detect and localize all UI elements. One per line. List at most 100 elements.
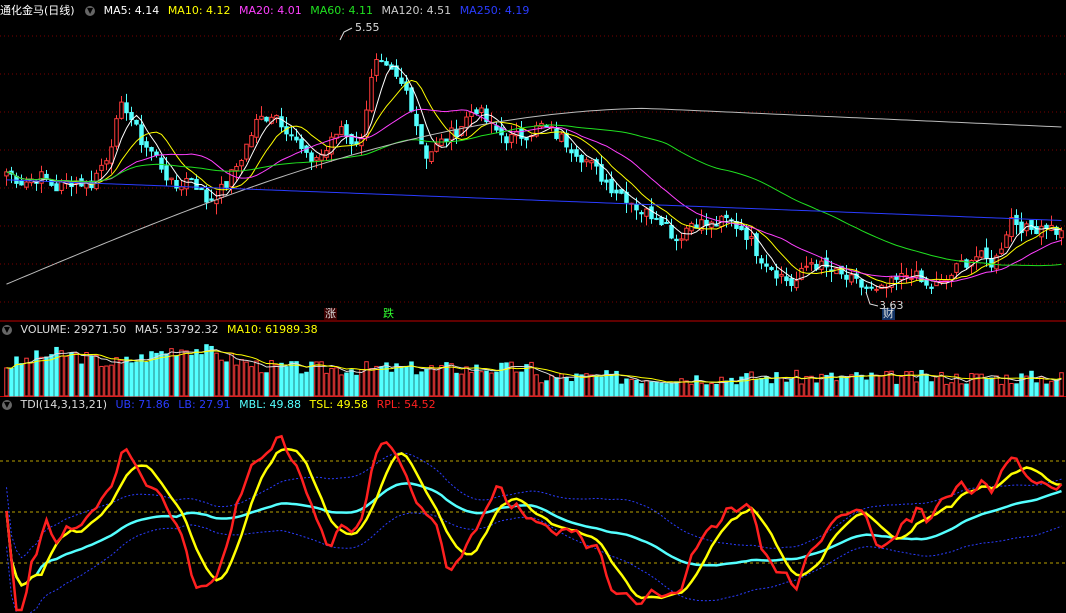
volume-bar [944,383,949,397]
volume-bar [879,375,884,397]
volume-bar [484,370,489,397]
candle-body [759,258,764,264]
tdi-mbl-line [5,482,1062,587]
candle-body [344,124,349,137]
volume-bar [179,349,184,397]
volume-bar [709,382,714,397]
volume-bar [519,371,524,397]
candle-body [139,124,144,146]
volume-bar [934,375,939,397]
volume-bar [279,362,284,397]
candle-body [229,169,234,188]
volume-bar [419,371,424,397]
candle-body [399,77,404,84]
candle-body [844,274,849,280]
candle-body [794,280,799,289]
candle-body [299,138,304,149]
volume-bar [359,368,364,397]
candle-body [659,217,664,226]
candle-body [609,178,614,194]
candle-body [494,125,499,131]
volume-bar [244,361,249,397]
volume-bar [259,372,264,397]
volume-bar [814,382,819,397]
volume-bar [274,364,279,397]
volume-bar [64,355,69,397]
volume-bar [474,364,479,397]
volume-bar [959,383,964,397]
candle-body [199,188,204,191]
volume-bar [84,352,89,397]
candle-body [714,224,719,227]
candle-body [604,179,609,183]
volume-bar [824,374,829,397]
volume-bar [759,378,764,397]
candle-body [774,270,779,279]
volume-bar [1054,379,1059,397]
candle-body [809,262,814,265]
volume-bar [189,354,194,397]
candle-body [379,60,384,63]
volume-bar [319,361,324,397]
candle-body [254,118,259,138]
volume-bar [314,361,319,397]
volume-bar [264,372,269,397]
candle-body [739,225,744,231]
candle-body [239,159,244,167]
ma60-line [6,124,1062,267]
volume-bar [514,371,519,397]
volume-bar [459,373,464,397]
candle-body [764,263,769,267]
candle-body [984,247,989,259]
volume-bar [554,377,559,397]
candle-body [244,143,249,160]
chart-canvas[interactable] [0,0,1066,613]
volume-bar [409,361,414,397]
candle-body [159,157,164,170]
volume-bar [219,359,224,397]
volume-bar [714,383,719,397]
volume-bar [914,381,919,397]
candle-body [409,87,414,112]
candle-body [874,288,879,291]
candle-body [974,256,979,262]
volume-bar [39,356,44,397]
volume-bar [629,378,634,397]
volume-bar [74,352,79,397]
volume-bar [429,365,434,397]
volume-bar [644,380,649,397]
volume-bar [744,373,749,397]
candle-body [749,236,754,240]
volume-bar [439,364,444,397]
volume-bar [539,382,544,397]
candle-body [674,238,679,242]
volume-bar [569,381,574,397]
volume-bar [564,377,569,397]
ma10-line [6,79,1062,285]
volume-bar [354,374,359,397]
volume-bar [839,375,844,397]
candle-body [204,189,209,203]
volume-bar [864,379,869,397]
volume-bar [454,372,459,397]
volume-bar [129,362,134,397]
volume-bar [144,361,149,397]
volume-bar [549,375,554,397]
candle-body [109,146,114,164]
volume-bar [249,366,254,397]
volume-bar [899,376,904,397]
volume-bar [649,381,654,397]
candle-body [1004,234,1009,248]
candle-body [779,273,784,277]
candle-body [644,208,649,217]
volume-bar [369,367,374,397]
volume-bar [774,372,779,397]
candle-body [524,137,529,141]
candle-body [209,198,214,201]
volume-bar [724,380,729,397]
candle-body [639,212,644,215]
volume-bar [99,365,104,397]
volume-bar [79,363,84,397]
candle-body [264,116,269,122]
volume-bar [69,352,74,397]
